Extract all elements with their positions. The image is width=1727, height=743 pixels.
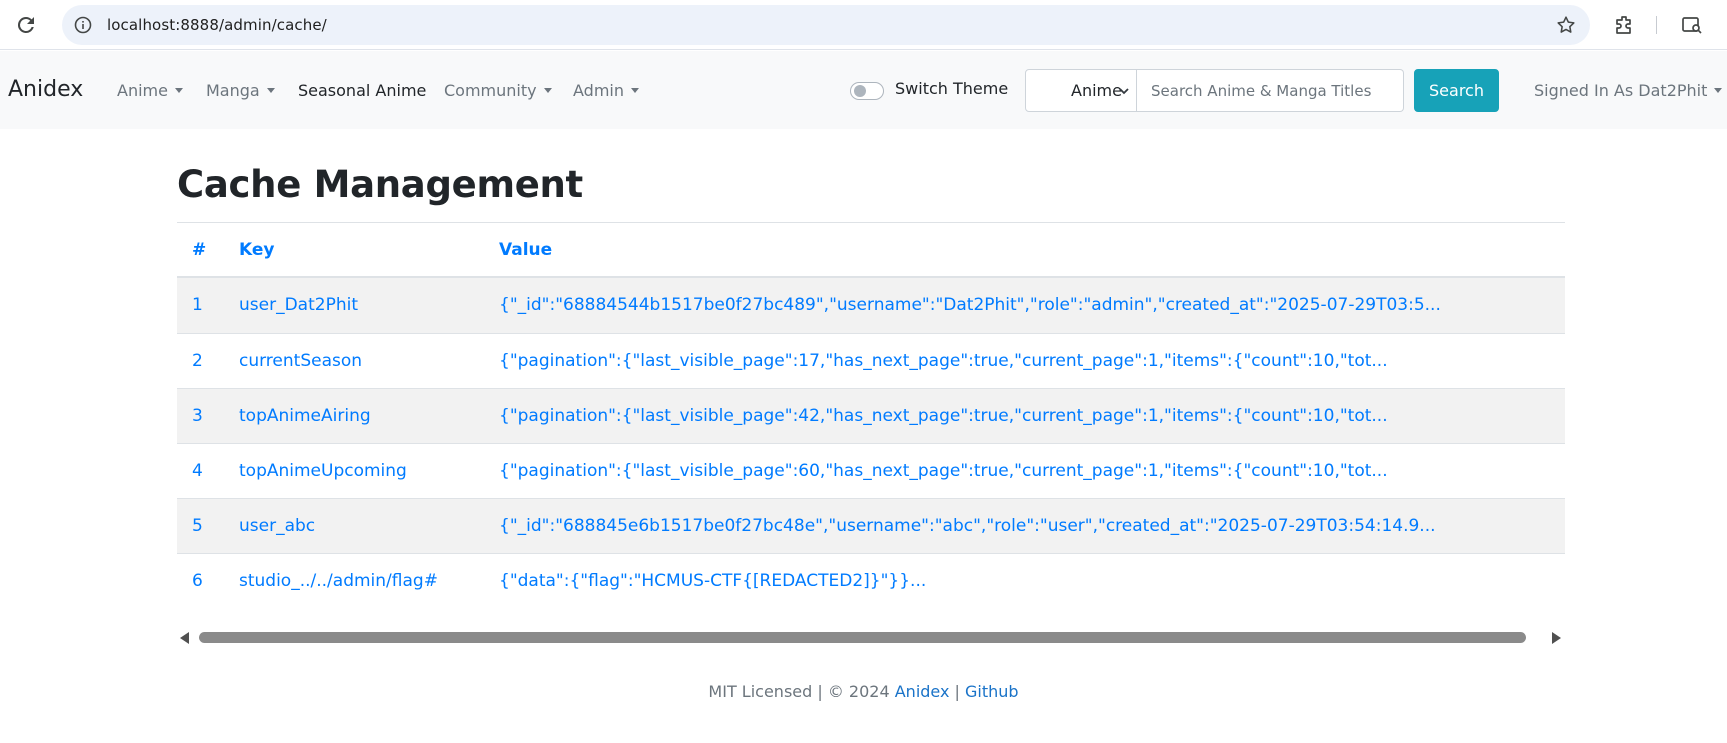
- search-tab-icon[interactable]: [1680, 13, 1704, 37]
- caret-down-icon: [631, 88, 639, 93]
- row-number[interactable]: 6: [192, 571, 203, 591]
- cache-value[interactable]: {"pagination":{"last_visible_page":17,"h…: [499, 351, 1388, 371]
- table-row: 2 currentSeason {"pagination":{"last_vis…: [177, 333, 1565, 388]
- license-text: MIT Licensed | © 2024: [708, 682, 895, 701]
- column-header-key[interactable]: Key: [239, 240, 275, 260]
- user-menu-label: Signed In As Dat2Phit: [1534, 81, 1708, 100]
- site-navbar: Anidex Anime Manga Seasonal Anime Commun…: [0, 51, 1727, 129]
- address-bar[interactable]: localhost:8888/admin/cache/: [62, 5, 1590, 45]
- cache-value[interactable]: {"data":{"flag":"HCMUS-CTF{[REDACTED2]}"…: [499, 571, 926, 591]
- search-type-select[interactable]: Anime: [1025, 69, 1137, 112]
- nav-admin-label: Admin: [573, 81, 624, 100]
- cache-key[interactable]: topAnimeUpcoming: [239, 461, 407, 481]
- row-number[interactable]: 4: [192, 461, 203, 481]
- search-button[interactable]: Search: [1414, 69, 1499, 112]
- row-number[interactable]: 2: [192, 351, 203, 371]
- caret-down-icon: [266, 88, 275, 93]
- site-footer: MIT Licensed | © 2024 Anidex | Github: [0, 682, 1727, 701]
- brand-logo[interactable]: Anidex: [8, 77, 83, 102]
- toggle-knob: [854, 85, 866, 97]
- browser-toolbar: localhost:8888/admin/cache/: [0, 0, 1727, 50]
- nav-seasonal-anime[interactable]: Seasonal Anime: [298, 81, 426, 100]
- row-number[interactable]: 1: [192, 295, 203, 315]
- site-info-icon[interactable]: [73, 15, 93, 35]
- reload-icon[interactable]: [14, 13, 38, 37]
- nav-community-label: Community: [444, 81, 537, 100]
- search-type-value: Anime: [1071, 81, 1122, 100]
- column-header-number[interactable]: #: [192, 240, 206, 260]
- nav-admin-dropdown[interactable]: Admin: [573, 81, 639, 100]
- cache-key[interactable]: topAnimeAiring: [239, 406, 371, 426]
- page-title: Cache Management: [177, 163, 583, 206]
- cache-key[interactable]: currentSeason: [239, 351, 362, 371]
- table-header-row: # Key Value: [177, 223, 1565, 278]
- cache-key[interactable]: user_Dat2Phit: [239, 295, 358, 315]
- bookmark-star-icon[interactable]: [1555, 14, 1577, 36]
- scroll-right-arrow-icon[interactable]: [1552, 632, 1561, 644]
- caret-down-icon: [543, 88, 552, 93]
- extensions-icon[interactable]: [1612, 13, 1636, 37]
- cache-value[interactable]: {"pagination":{"last_visible_page":42,"h…: [499, 406, 1388, 426]
- toolbar-divider: [1656, 16, 1657, 34]
- github-link[interactable]: Github: [965, 682, 1019, 701]
- theme-toggle-label: Switch Theme: [895, 79, 1009, 98]
- table-row: 6 studio_../../admin/flag# {"data":{"fla…: [177, 553, 1565, 608]
- cache-table: # Key Value 1 user_Dat2Phit {"_id":"6888…: [177, 222, 1565, 608]
- scrollbar-thumb[interactable]: [199, 632, 1526, 643]
- nav-manga-dropdown[interactable]: Manga: [206, 81, 275, 100]
- anidex-link[interactable]: Anidex: [895, 682, 950, 701]
- nav-anime-dropdown[interactable]: Anime: [117, 81, 183, 100]
- column-header-value[interactable]: Value: [499, 240, 552, 260]
- theme-toggle[interactable]: [850, 82, 884, 100]
- user-menu-dropdown[interactable]: Signed In As Dat2Phit: [1534, 81, 1723, 100]
- cache-value[interactable]: {"pagination":{"last_visible_page":60,"h…: [499, 461, 1388, 481]
- cache-value[interactable]: {"_id":"688845e6b1517be0f27bc48e","usern…: [499, 516, 1436, 536]
- nav-community-dropdown[interactable]: Community: [444, 81, 552, 100]
- table-row: 5 user_abc {"_id":"688845e6b1517be0f27bc…: [177, 498, 1565, 553]
- table-row: 3 topAnimeAiring {"pagination":{"last_vi…: [177, 388, 1565, 443]
- footer-separator: |: [949, 682, 966, 701]
- table-row: 1 user_Dat2Phit {"_id":"68884544b1517be0…: [177, 278, 1565, 333]
- nav-anime-label: Anime: [117, 81, 168, 100]
- cache-value[interactable]: {"_id":"68884544b1517be0f27bc489","usern…: [499, 295, 1441, 315]
- row-number[interactable]: 3: [192, 406, 203, 426]
- cache-key[interactable]: studio_../../admin/flag#: [239, 571, 438, 591]
- url-text[interactable]: localhost:8888/admin/cache/: [107, 16, 327, 34]
- nav-manga-label: Manga: [206, 81, 260, 100]
- scroll-left-arrow-icon[interactable]: [180, 632, 189, 644]
- table-horizontal-scrollbar[interactable]: [177, 628, 1565, 647]
- search-input[interactable]: [1137, 69, 1404, 112]
- caret-down-icon: [1714, 88, 1723, 93]
- chevron-down-icon: [1119, 88, 1129, 95]
- caret-down-icon: [174, 88, 183, 93]
- cache-key[interactable]: user_abc: [239, 516, 315, 536]
- table-row: 4 topAnimeUpcoming {"pagination":{"last_…: [177, 443, 1565, 498]
- row-number[interactable]: 5: [192, 516, 203, 536]
